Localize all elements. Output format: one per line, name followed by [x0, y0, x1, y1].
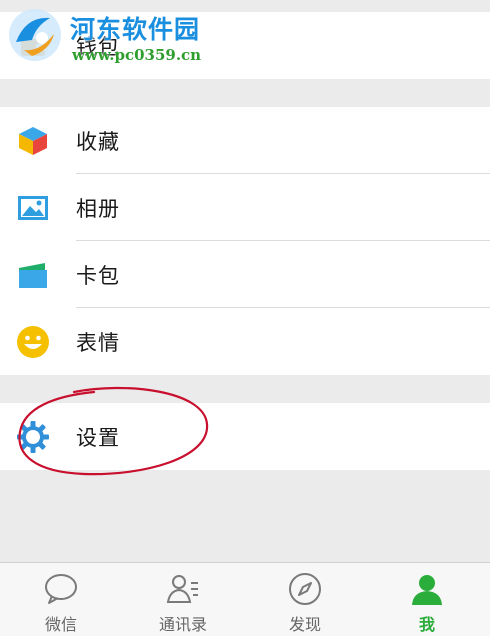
- picture-icon: [16, 191, 50, 225]
- tab-label: 发现: [288, 615, 321, 634]
- watermark-logo: [9, 9, 61, 61]
- menu-item-label: 卡包: [76, 263, 120, 288]
- tab-discover[interactable]: 发现: [244, 563, 366, 636]
- menu-item-cards[interactable]: 卡包: [0, 241, 490, 308]
- smiley-icon: [16, 325, 50, 359]
- menu-item-label: 表情: [76, 330, 120, 355]
- menu-item-label: 设置: [76, 425, 120, 450]
- menu-item-album[interactable]: 相册: [0, 174, 490, 241]
- tab-label: 我: [418, 615, 435, 634]
- contacts-icon: [166, 575, 198, 603]
- me-page: 河东软件园 www.pc0359.cn 钱包 收藏 相册 卡包 表情 设置 微信…: [0, 0, 490, 636]
- compass-icon: [289, 573, 321, 605]
- bottom-tab-bar: 微信 通讯录 发现 我: [0, 562, 490, 636]
- watermark: 河东软件园 www.pc0359.cn: [4, 2, 264, 72]
- menu-item-favorites[interactable]: 收藏: [0, 107, 490, 174]
- menu-item-label: 相册: [76, 196, 120, 221]
- menu-item-stickers[interactable]: 表情: [0, 308, 490, 375]
- menu-item-settings[interactable]: 设置: [0, 403, 490, 470]
- menu-item-label: 收藏: [76, 129, 120, 154]
- features-group: 收藏 相册 卡包 表情: [0, 107, 490, 375]
- tab-me[interactable]: 我: [366, 563, 488, 636]
- person-icon: [412, 575, 442, 605]
- tab-contacts[interactable]: 通讯录: [122, 563, 244, 636]
- tab-chats[interactable]: 微信: [0, 563, 122, 636]
- settings-group: 设置: [0, 403, 490, 470]
- tab-label: 通讯录: [158, 615, 207, 634]
- watermark-title: 河东软件园: [70, 15, 201, 44]
- gear-icon: [16, 420, 50, 454]
- chat-bubble-icon: [45, 574, 77, 604]
- watermark-url: www.pc0359.cn: [72, 46, 202, 64]
- tab-label: 微信: [44, 615, 77, 634]
- card-wallet-icon: [16, 258, 50, 292]
- cube-icon: [16, 124, 50, 158]
